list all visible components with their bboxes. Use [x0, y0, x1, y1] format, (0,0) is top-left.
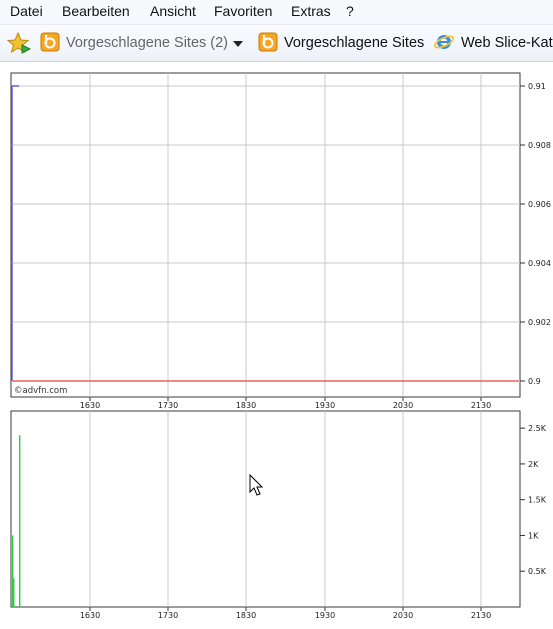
volume-x-tick-label: 1630 [80, 611, 100, 620]
price-x-tick-label: 1930 [315, 401, 335, 410]
web-slice-gallery-link[interactable]: Web Slice-Kat [461, 35, 553, 51]
volume-bar [12, 535, 14, 607]
menu-favoriten[interactable]: Favoriten [214, 3, 272, 19]
price-x-tick-label: 2130 [471, 401, 491, 410]
volume-y-tick-label: 1.5K [528, 496, 547, 505]
price-x-tick-label: 1830 [236, 401, 256, 410]
menu-bearbeiten[interactable]: Bearbeiten [62, 3, 130, 19]
price-plot-frame [10, 72, 521, 398]
price-x-tick-label: 1630 [80, 401, 100, 410]
price-y-tick-label: 0.908 [528, 141, 551, 150]
price-x-tick-label: 1730 [158, 401, 178, 410]
suggested-sites-link[interactable]: Vorgeschlagene Sites [284, 35, 424, 51]
add-favorites-star-icon[interactable] [6, 31, 32, 55]
favorites-bar: Vorgeschlagene Sites (2) Vorgeschlagene … [0, 25, 553, 62]
volume-x-tick-label: 1830 [236, 611, 256, 620]
volume-y-tick-label: 2K [528, 460, 539, 469]
chart-area: 0.91 0.908 0.906 0.904 0.902 0.9 1630 1730 1830 1… [10, 72, 551, 620]
suggested-sites-icon [258, 32, 278, 52]
menu-help[interactable]: ? [346, 3, 354, 19]
internet-explorer-icon [433, 35, 455, 49]
price-y-tick-label: 0.91 [528, 82, 546, 91]
volume-y-tick-label: 1K [528, 531, 539, 540]
menu-extras[interactable]: Extras [291, 3, 331, 19]
price-y-tick-label: 0.904 [528, 259, 551, 268]
mouse-cursor-icon [249, 474, 264, 496]
volume-y-tick-label: 2.5K [528, 424, 547, 433]
watermark-text: ©advfn.com [14, 386, 67, 396]
menu-bar: Datei Bearbeiten Ansicht Favoriten Extra… [0, 0, 553, 25]
volume-plot-frame [10, 410, 521, 608]
volume-x-tick-label: 2130 [471, 611, 491, 620]
volume-chart: 2.5K 2K 1.5K 1K 0.5K 1630 1730 1830 1930 2030 2130 [10, 410, 547, 620]
suggested-sites-dropdown[interactable]: Vorgeschlagene Sites (2) [66, 35, 228, 51]
volume-y-tick-label: 0.5K [528, 567, 547, 576]
menu-datei[interactable]: Datei [10, 3, 43, 19]
volume-bar [19, 435, 21, 607]
price-y-tick-label: 0.9 [528, 377, 541, 386]
price-chart: 0.91 0.908 0.906 0.904 0.902 0.9 1630 1730 1830 1… [10, 72, 551, 410]
volume-x-tick-label: 1730 [158, 611, 178, 620]
menu-ansicht[interactable]: Ansicht [150, 3, 196, 19]
price-y-tick-label: 0.906 [528, 200, 551, 209]
price-y-tick-label: 0.902 [528, 318, 551, 327]
volume-x-tick-label: 1930 [315, 611, 335, 620]
suggested-sites-icon [40, 32, 60, 52]
chevron-down-icon[interactable] [233, 41, 243, 47]
price-x-tick-label: 2030 [393, 401, 413, 410]
volume-x-tick-label: 2030 [393, 611, 413, 620]
